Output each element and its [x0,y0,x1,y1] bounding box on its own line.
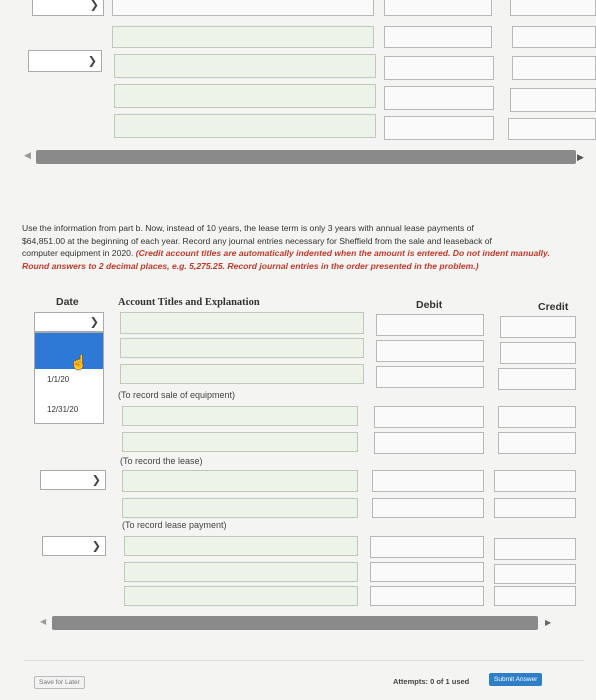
date-select-3[interactable]: ❯ [40,470,106,490]
top-credit-field-2[interactable] [512,26,596,48]
footer-divider [24,660,584,661]
arrow-left-icon[interactable]: ◀ [40,617,46,626]
chevron-down-icon: ❯ [89,0,99,12]
top-credit-field-5[interactable] [508,118,596,140]
header-account-titles: Account Titles and Explanation [118,297,260,308]
instructions-line-3-normal: computer equipment in 2020. [22,248,136,258]
credit-field-1-3[interactable] [498,368,576,390]
top-account-field-4[interactable] [114,84,376,108]
note-record-lease: (To record the lease) [120,456,203,466]
date-option-1[interactable]: 1/1/20 [47,375,69,384]
date-select-1[interactable]: ❯ [34,312,104,332]
debit-field-4-3[interactable] [370,586,484,606]
date-select-4[interactable]: ❯ [42,536,106,556]
top-debit-field-4[interactable] [384,86,494,110]
debit-field-3-2[interactable] [372,498,484,518]
credit-field-4-3[interactable] [494,586,576,606]
chevron-down-icon: ❯ [91,473,101,487]
account-field-4-3[interactable] [124,586,358,606]
debit-field-2-1[interactable] [374,406,484,428]
debit-field-4-1[interactable] [370,536,484,558]
top-account-field-1[interactable] [112,0,374,16]
credit-field-2-1[interactable] [498,406,576,428]
credit-field-2-2[interactable] [498,432,576,454]
attempts-label: Attempts: 0 of 1 used [393,677,470,686]
date-option-highlight[interactable] [35,333,103,369]
top-credit-field-1[interactable] [510,0,596,16]
account-field-2-1[interactable] [122,406,358,426]
instructions-line-1: Use the information from part b. Now, in… [22,223,474,233]
account-field-1-3[interactable] [120,364,364,384]
top-debit-field-1[interactable] [384,0,492,16]
note-record-lease-payment: (To record lease payment) [122,520,227,530]
top-debit-field-3[interactable] [384,56,494,80]
instructions-line-3-red: (Credit account titles are automatically… [135,248,550,258]
account-field-1-1[interactable] [120,312,364,334]
arrow-left-icon[interactable]: ◀ [24,150,31,161]
credit-field-3-1[interactable] [494,470,576,492]
submit-answer-button[interactable]: Submit Answer [489,673,543,686]
account-field-3-2[interactable] [122,498,358,518]
top-account-field-5[interactable] [114,114,376,138]
top-debit-field-2[interactable] [384,26,492,48]
instructions-line-2: $64,851.00 at the beginning of each year… [22,235,492,246]
header-date: Date [56,296,79,308]
account-field-3-1[interactable] [122,470,358,492]
debit-field-1-3[interactable] [376,366,484,388]
top-account-field-2[interactable] [112,26,374,48]
note-record-sale: (To record sale of equipment) [118,390,236,400]
header-credit: Credit [538,301,569,313]
arrow-right-icon[interactable]: ▶ [577,152,584,163]
header-debit: Debit [416,299,443,311]
date-dropdown-list: 1/1/20 12/31/20 [34,332,104,424]
chevron-down-icon: ❯ [89,315,99,329]
chevron-down-icon: ❯ [91,539,101,553]
arrow-right-icon[interactable]: ▶ [545,618,551,627]
debit-field-3-1[interactable] [372,470,484,492]
debit-field-1-1[interactable] [376,314,484,336]
debit-field-2-2[interactable] [374,432,484,454]
debit-field-4-2[interactable] [370,562,484,582]
top-horizontal-scrollbar[interactable] [36,150,576,164]
credit-field-4-1[interactable] [494,538,576,560]
credit-field-4-2[interactable] [494,564,576,584]
instructions: Use the information from part b. Now, in… [22,222,570,272]
save-for-later-button[interactable]: Save for Later [34,676,85,689]
account-field-1-2[interactable] [120,338,364,358]
top-credit-field-4[interactable] [510,88,596,112]
hand-cursor-icon: ☝ [70,354,88,370]
top-debit-field-5[interactable] [384,116,494,140]
account-field-4-1[interactable] [124,536,358,556]
instructions-line-4: Round answers to 2 decimal places, e.g. … [22,260,479,271]
account-field-4-2[interactable] [124,562,358,582]
top-date-select-2[interactable]: ❯ [28,50,102,72]
credit-field-1-1[interactable] [500,316,576,338]
top-date-select[interactable]: ❯ [32,0,104,16]
credit-field-1-2[interactable] [500,342,576,364]
top-credit-field-3[interactable] [512,56,596,80]
bottom-horizontal-scrollbar[interactable] [52,616,538,630]
top-account-field-3[interactable] [114,54,376,78]
instructions-line-3: computer equipment in 2020. (Credit acco… [22,247,570,260]
chevron-down-icon: ❯ [87,54,97,68]
debit-field-1-2[interactable] [376,340,484,362]
date-option-2[interactable]: 12/31/20 [47,405,78,414]
account-field-2-2[interactable] [122,432,358,452]
credit-field-3-2[interactable] [494,498,576,518]
